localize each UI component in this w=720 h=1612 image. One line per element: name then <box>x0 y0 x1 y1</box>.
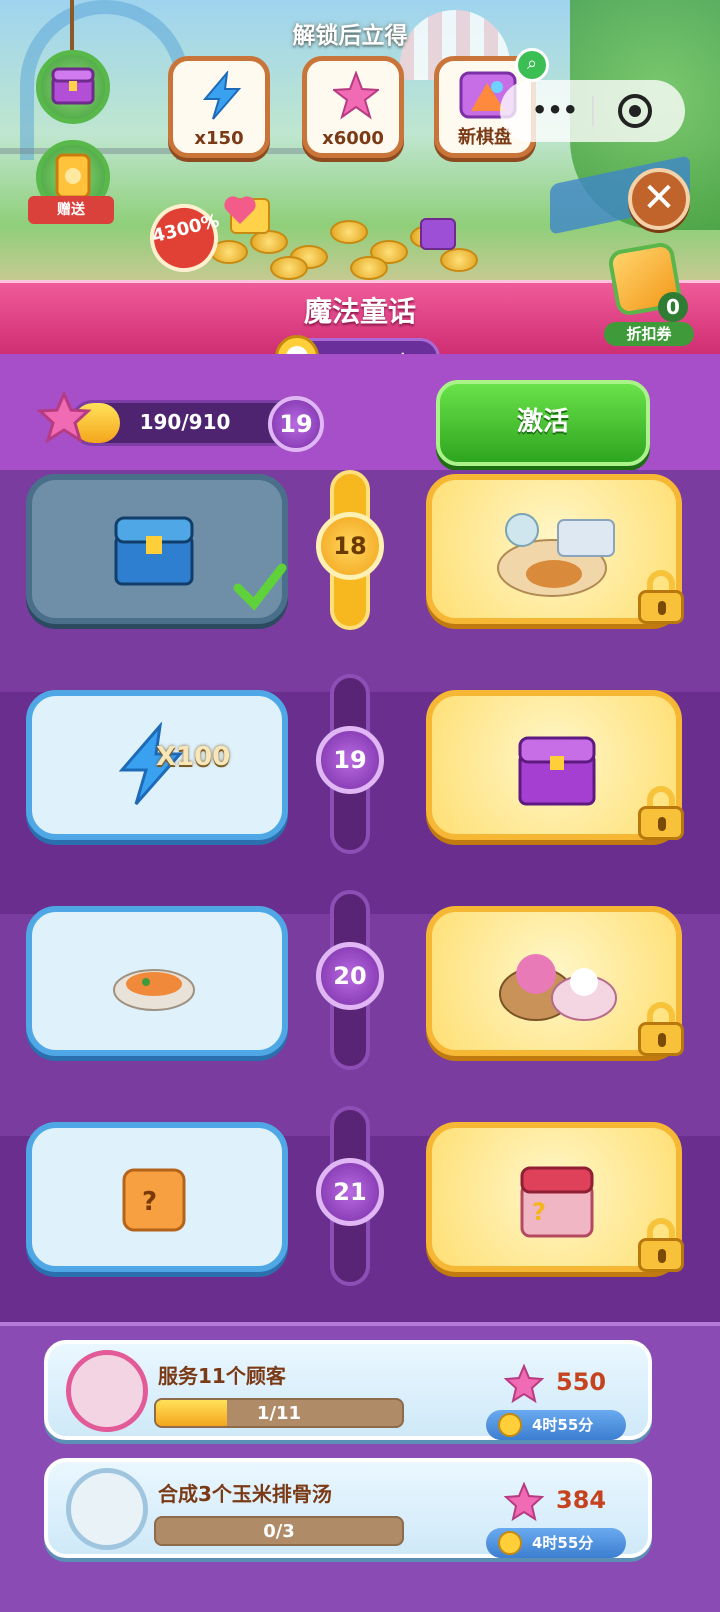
current-level-badge: 19 <box>268 396 324 452</box>
level-node: 20 <box>316 942 384 1010</box>
task-time-chip: 4时55分 <box>486 1528 626 1558</box>
unlock-reward-energy: x150 <box>168 56 270 158</box>
capsule-divider <box>592 96 594 126</box>
sushi-set-icon <box>497 513 615 597</box>
clock-icon <box>498 1531 522 1555</box>
level-node: 19 <box>316 726 384 794</box>
task-points: 384 <box>556 1486 607 1514</box>
lock-icon <box>636 570 686 624</box>
premium-reward-card[interactable] <box>426 906 684 1056</box>
lock-icon <box>636 786 686 840</box>
oyster-dish-icon <box>113 969 195 1011</box>
premium-reward-card[interactable] <box>426 474 684 624</box>
task-points: 550 <box>556 1368 607 1396</box>
chest-badge-icon[interactable] <box>36 50 110 124</box>
exit-target-icon[interactable] <box>618 94 652 128</box>
red-mystery-chest-icon: ? <box>520 1166 594 1238</box>
coupon-label: 折扣券 <box>604 322 694 346</box>
task-card[interactable]: 服务11个顾客 1/11 550 4时55分 <box>44 1340 652 1440</box>
reward-row: 18 <box>0 470 720 692</box>
search-icon[interactable]: ⌕ <box>515 48 549 82</box>
task-progress-bar: 0/3 <box>154 1516 404 1546</box>
pass-progress-text: 190/910 <box>139 410 231 434</box>
pink-star-icon <box>36 390 92 444</box>
coin-pile <box>190 190 490 280</box>
unlock-title: 解锁后立得 <box>292 23 408 49</box>
premium-reward-card[interactable]: ? <box>426 1122 684 1272</box>
reward-track[interactable]: 18 X100 19 20 ? 21 ? <box>0 470 720 1360</box>
purple-chest-icon <box>518 736 596 806</box>
hanging-rope <box>70 0 74 50</box>
energy-bolt-icon <box>202 71 242 120</box>
free-reward-card[interactable] <box>26 474 288 624</box>
corn-rib-soup-icon <box>66 1468 148 1550</box>
discount-coupon[interactable]: 0 折扣券 <box>600 240 694 346</box>
svg-text:?: ? <box>142 1187 157 1217</box>
task-progress-text: 1/11 <box>256 1403 302 1424</box>
task-panel: 服务11个顾客 1/11 550 4时55分 合成3个玉米排骨汤 0/3 384… <box>0 1322 720 1612</box>
free-reward-card[interactable] <box>26 906 288 1056</box>
reward-row: X100 19 <box>0 674 720 914</box>
customer-avatar <box>66 1350 148 1432</box>
check-icon <box>233 563 287 611</box>
close-button[interactable]: ✕ <box>628 168 690 230</box>
free-reward-card[interactable]: X100 <box>26 690 288 840</box>
task-title: 合成3个玉米排骨汤 <box>158 1482 332 1506</box>
lock-icon <box>636 1218 686 1272</box>
mystery-box-icon: ? <box>122 1168 186 1232</box>
treasure-chest-icon <box>114 516 194 586</box>
clock-icon <box>498 1413 522 1437</box>
free-reward-card[interactable]: ? <box>26 1122 288 1272</box>
heart-icon <box>224 196 256 224</box>
level-node: 18 <box>316 512 384 580</box>
pink-star-icon <box>504 1364 544 1404</box>
reward-row: 20 <box>0 890 720 1136</box>
task-title: 服务11个顾客 <box>158 1364 286 1388</box>
unlock-reward-stars: x6000 <box>302 56 404 158</box>
premium-reward-card[interactable] <box>426 690 684 840</box>
task-time-chip: 4时55分 <box>486 1410 626 1440</box>
more-icon[interactable]: ••• <box>532 96 578 124</box>
activate-button[interactable]: 激活 <box>436 380 650 466</box>
level-node: 21 <box>316 1158 384 1226</box>
lock-icon <box>636 1002 686 1056</box>
free-reward-quantity: X100 <box>156 742 231 772</box>
pink-star-icon <box>333 71 379 120</box>
task-progress-bar: 1/11 <box>154 1398 404 1428</box>
svg-text:?: ? <box>532 1198 546 1226</box>
task-card[interactable]: 合成3个玉米排骨汤 0/3 384 4时55分 <box>44 1458 652 1558</box>
task-progress-text: 0/3 <box>263 1521 295 1542</box>
mini-program-capsule[interactable]: ••• <box>500 80 685 142</box>
pink-star-icon <box>504 1482 544 1522</box>
dessert-bowls-icon <box>499 954 617 1021</box>
coupon-count: 0 <box>658 292 688 322</box>
gift-label: 赠送 <box>28 196 114 224</box>
